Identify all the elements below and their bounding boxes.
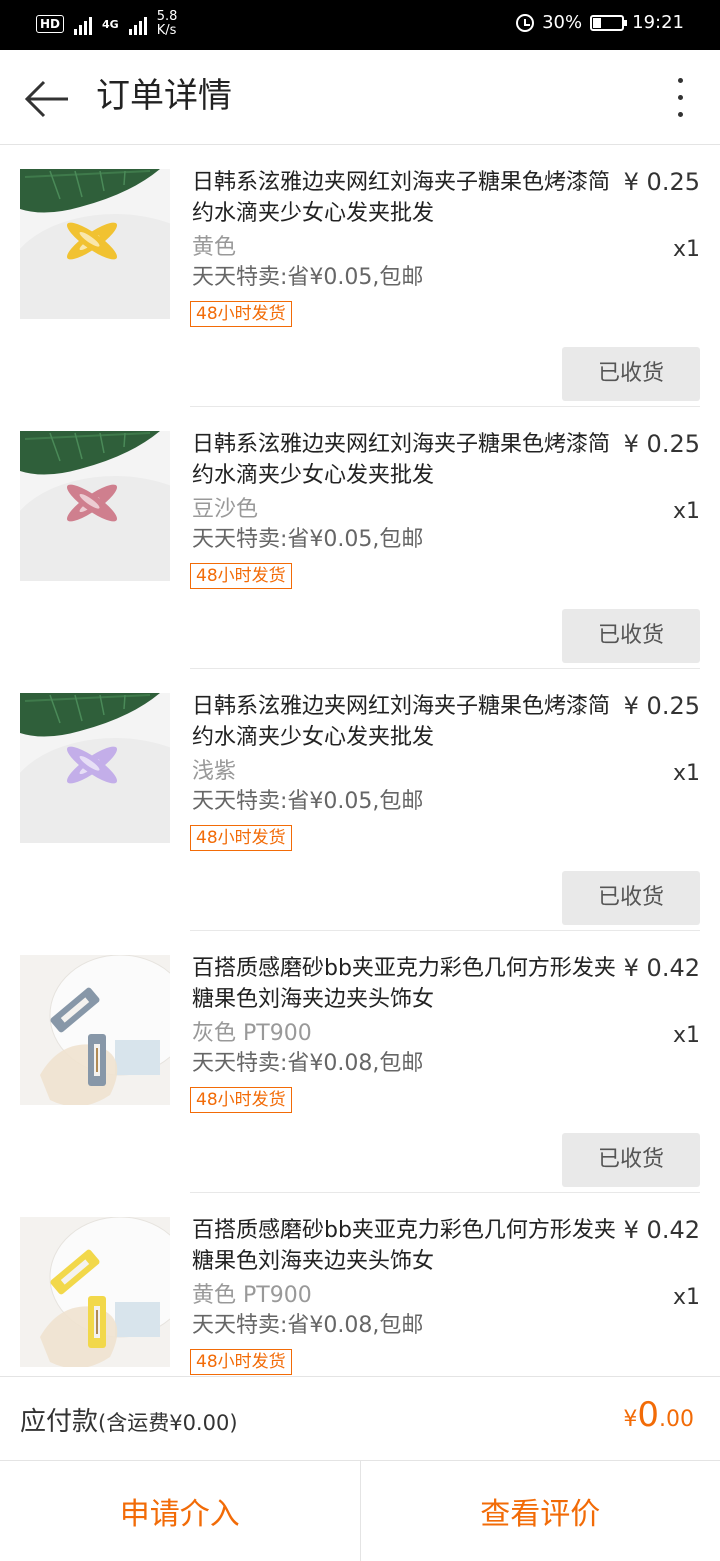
shipping-tag: 48小时发货	[190, 301, 292, 327]
order-item[interactable]: 日韩系泫雅边夹网红刘海夹子糖果色烤漆简约水滴夹少女心发夹批发¥ 0.25 豆沙色 x…	[0, 407, 720, 669]
product-price: ¥ 0.25	[624, 429, 700, 460]
status-right: 30% 19:21	[516, 12, 684, 33]
product-thumbnail[interactable]	[20, 169, 170, 319]
order-item[interactable]: 百搭质感磨砂bb夹亚克力彩色几何方形发夹糖果色刘海夹边夹头饰女¥ 0.42 黄色 …	[0, 1193, 720, 1375]
product-quantity: x1	[673, 235, 700, 265]
order-item[interactable]: 百搭质感磨砂bb夹亚克力彩色几何方形发夹糖果色刘海夹边夹头饰女¥ 0.42 灰色 …	[0, 931, 720, 1193]
product-spec: 黄色	[192, 233, 236, 263]
battery-icon	[590, 15, 624, 31]
network-speed: 5.8 K/s	[157, 10, 178, 38]
apply-intervention-button[interactable]: 申请介入	[0, 1461, 360, 1561]
received-button[interactable]: 已收货	[562, 609, 700, 663]
amount-due-value: ¥0.00	[623, 1395, 694, 1435]
back-arrow-icon[interactable]	[22, 74, 72, 124]
promo-text: 天天特卖:省¥0.05,包邮	[192, 787, 423, 817]
payment-summary: 应付款(含运费¥0.00) ¥0.00	[0, 1376, 720, 1461]
order-item[interactable]: 日韩系泫雅边夹网红刘海夹子糖果色烤漆简约水滴夹少女心发夹批发¥ 0.25 浅紫 x1…	[0, 669, 720, 931]
promo-text: 天天特卖:省¥0.05,包邮	[192, 263, 423, 293]
clock: 19:21	[632, 12, 684, 33]
bottom-action-bar: 申请介入 查看评价	[0, 1460, 720, 1561]
amount-due-label: 应付款(含运费¥0.00)	[20, 1401, 238, 1438]
product-spec: 豆沙色	[192, 495, 258, 525]
product-title[interactable]: 百搭质感磨砂bb夹亚克力彩色几何方形发夹糖果色刘海夹边夹头饰女	[192, 1215, 622, 1277]
product-spec: 黄色 PT900	[192, 1281, 312, 1311]
product-spec: 浅紫	[192, 757, 236, 787]
product-thumbnail[interactable]	[20, 693, 170, 843]
promo-text: 天天特卖:省¥0.08,包邮	[192, 1311, 423, 1341]
product-title[interactable]: 百搭质感磨砂bb夹亚克力彩色几何方形发夹糖果色刘海夹边夹头饰女	[192, 953, 622, 1015]
signal-icon-2	[129, 13, 147, 35]
order-item[interactable]: 日韩系泫雅边夹网红刘海夹子糖果色烤漆简约水滴夹少女心发夹批发¥ 0.25 黄色 x1…	[0, 145, 720, 407]
product-thumbnail[interactable]	[20, 431, 170, 581]
product-quantity: x1	[673, 497, 700, 527]
hd-badge: HD	[36, 15, 64, 33]
product-title[interactable]: 日韩系泫雅边夹网红刘海夹子糖果色烤漆简约水滴夹少女心发夹批发	[192, 167, 622, 229]
shipping-tag: 48小时发货	[190, 563, 292, 589]
signal-icon	[74, 13, 92, 35]
product-title[interactable]: 日韩系泫雅边夹网红刘海夹子糖果色烤漆简约水滴夹少女心发夹批发	[192, 429, 622, 491]
product-price: ¥ 0.42	[624, 953, 700, 984]
product-thumbnail[interactable]	[20, 955, 170, 1105]
network-type: 4G	[102, 18, 119, 31]
product-price: ¥ 0.42	[624, 1215, 700, 1246]
received-button[interactable]: 已收货	[562, 347, 700, 401]
battery-percent: 30%	[542, 12, 582, 33]
received-button[interactable]: 已收货	[562, 1133, 700, 1187]
shipping-tag: 48小时发货	[190, 1349, 292, 1375]
product-thumbnail[interactable]	[20, 1217, 170, 1367]
product-quantity: x1	[673, 1021, 700, 1051]
order-item-list[interactable]: 日韩系泫雅边夹网红刘海夹子糖果色烤漆简约水滴夹少女心发夹批发¥ 0.25黄色x1…	[0, 145, 720, 1375]
product-quantity: x1	[673, 1283, 700, 1313]
received-button[interactable]: 已收货	[562, 871, 700, 925]
promo-text: 天天特卖:省¥0.05,包邮	[192, 525, 423, 555]
product-quantity: x1	[673, 759, 700, 789]
status-bar: HD 4G 5.8 K/s 30% 19:21	[0, 0, 720, 50]
product-price: ¥ 0.25	[624, 691, 700, 722]
alarm-icon	[516, 14, 534, 32]
app-header: 订单详情	[0, 50, 720, 145]
product-price: ¥ 0.25	[624, 167, 700, 198]
promo-text: 天天特卖:省¥0.08,包邮	[192, 1049, 423, 1079]
status-left: HD 4G 5.8 K/s	[36, 10, 177, 38]
shipping-note: (含运费¥0.00)	[98, 1411, 238, 1435]
page-title: 订单详情	[96, 74, 232, 118]
view-review-button[interactable]: 查看评价	[360, 1461, 720, 1561]
more-vertical-icon[interactable]	[670, 74, 690, 124]
product-spec: 灰色 PT900	[192, 1019, 312, 1049]
shipping-tag: 48小时发货	[190, 825, 292, 851]
shipping-tag: 48小时发货	[190, 1087, 292, 1113]
product-title[interactable]: 日韩系泫雅边夹网红刘海夹子糖果色烤漆简约水滴夹少女心发夹批发	[192, 691, 622, 753]
